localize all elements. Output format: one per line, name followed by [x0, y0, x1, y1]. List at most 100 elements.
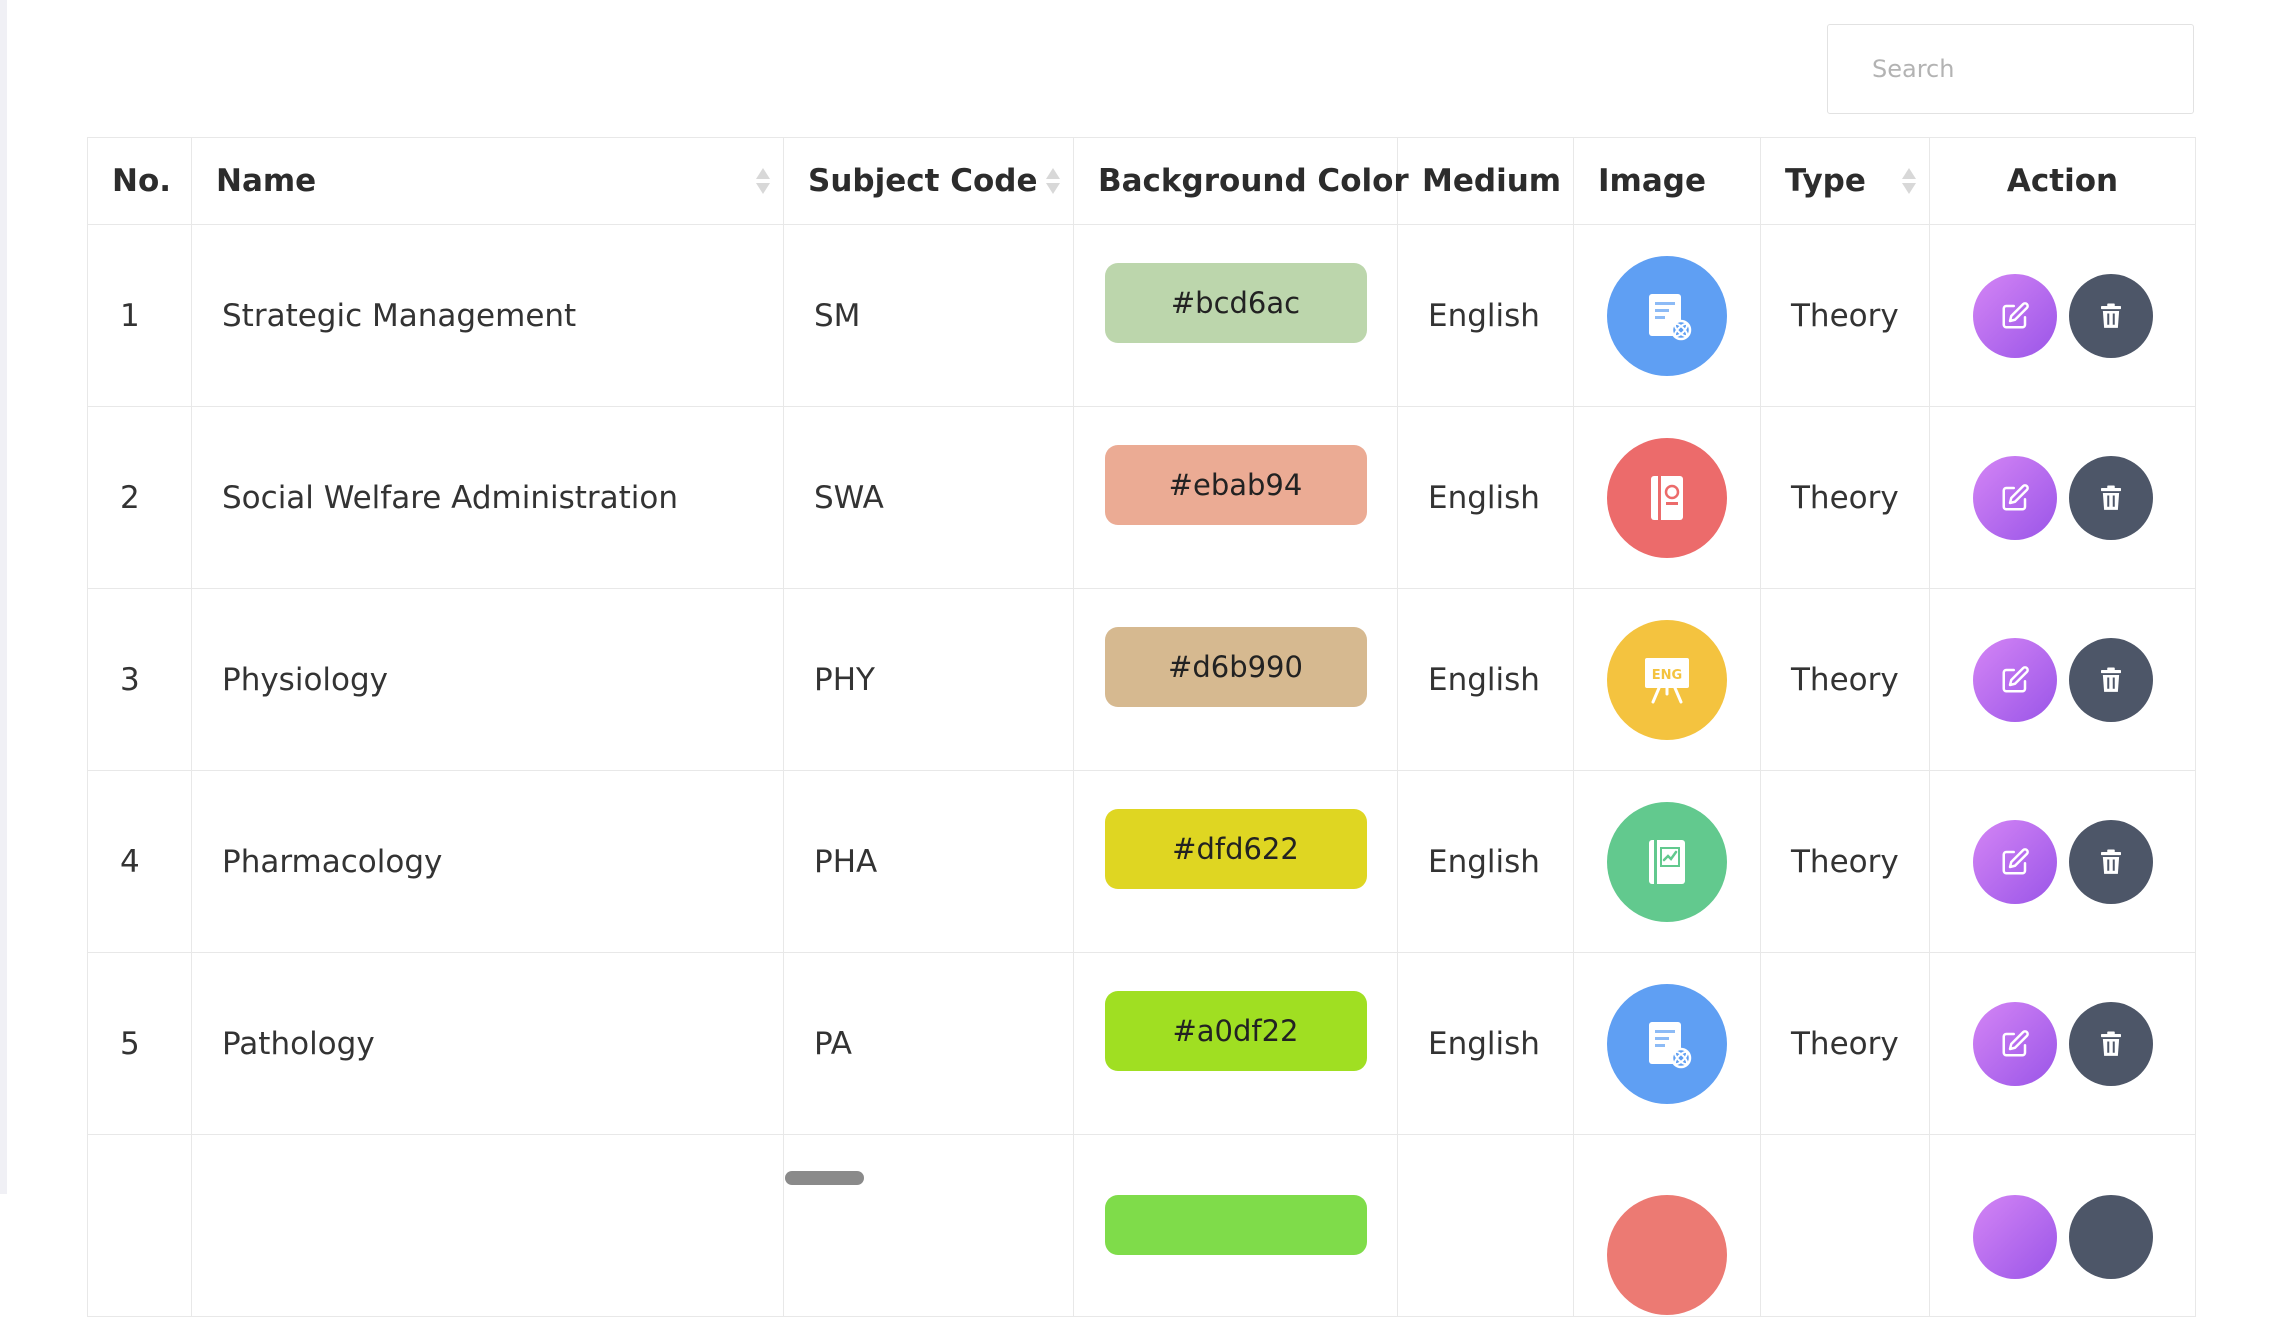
notebook-icon: [1607, 437, 1727, 558]
subject-code: PHY: [783, 588, 1074, 771]
edit-icon: [2002, 483, 2029, 510]
edit-button[interactable]: [1972, 1195, 2057, 1279]
action-cell: [1929, 952, 2196, 1135]
image-cell: [1573, 406, 1761, 589]
subject-code: PA: [783, 952, 1074, 1135]
partial-cell: [87, 1134, 192, 1317]
delete-button[interactable]: [2068, 819, 2153, 904]
color-swatch: #ebab94: [1104, 444, 1367, 525]
medium: English: [1397, 770, 1574, 953]
subject-name: Pathology: [191, 952, 784, 1135]
color-swatch: #d6b990: [1104, 626, 1367, 707]
type: Theory: [1760, 588, 1930, 771]
action-cell: [1929, 406, 2196, 589]
partial-cell: [1760, 1134, 1930, 1317]
header-no: No.: [87, 137, 192, 225]
table-row: 2 Social Welfare Administration SWA #eba…: [87, 406, 2196, 589]
trash-icon: [2100, 667, 2121, 692]
delete-button[interactable]: [2068, 455, 2153, 540]
header-type[interactable]: Type: [1760, 137, 1930, 225]
science-book-icon: [1607, 255, 1727, 376]
partial-cell: [1073, 1134, 1398, 1317]
color-swatch: #a0df22: [1104, 990, 1367, 1071]
delete-button[interactable]: [2068, 273, 2153, 358]
color-swatch: #dfd622: [1104, 808, 1367, 889]
header-subject-code[interactable]: Subject Code: [783, 137, 1074, 225]
delete-button[interactable]: [2068, 1001, 2153, 1086]
action-cell: [1929, 224, 2196, 407]
edit-button[interactable]: [1972, 1001, 2057, 1086]
action-cell: [1929, 588, 2196, 771]
edit-button[interactable]: [1972, 819, 2057, 904]
partial-cell: [191, 1134, 784, 1317]
table-row: 1 Strategic Management SM #bcd6ac Englis…: [87, 224, 2196, 407]
type: Theory: [1760, 770, 1930, 953]
sort-icon[interactable]: [755, 166, 771, 196]
sort-icon[interactable]: [1045, 166, 1061, 196]
edit-button[interactable]: [1972, 273, 2057, 358]
partial-cell: [1929, 1134, 2196, 1317]
edit-button[interactable]: [1972, 637, 2057, 722]
subject-name: Physiology: [191, 588, 784, 771]
search-input[interactable]: [1827, 24, 2194, 114]
table-header-row: No. Name Subject Code Background Color M…: [87, 137, 2196, 225]
header-image: Image: [1573, 137, 1761, 225]
header-action: Action: [1929, 137, 2196, 225]
image-cell: [1573, 770, 1761, 953]
row-number: 3: [87, 588, 192, 771]
type: Theory: [1760, 224, 1930, 407]
table-row: 4 Pharmacology PHA #dfd622 English Theor…: [87, 770, 2196, 953]
subject-image-icon: [1607, 1195, 1727, 1315]
trash-icon: [2100, 849, 2121, 874]
edit-icon: [2002, 1029, 2029, 1056]
image-cell: [1573, 224, 1761, 407]
english-board-icon: ENG: [1607, 619, 1727, 740]
chart-book-icon: [1607, 801, 1727, 922]
medium: English: [1397, 406, 1574, 589]
color-swatch: [1104, 1195, 1367, 1255]
header-background-color: Background Color: [1073, 137, 1409, 225]
edit-button[interactable]: [1972, 455, 2057, 540]
subjects-table: No. Name Subject Code Background Color M…: [87, 137, 2196, 1317]
background-color-cell: #a0df22: [1073, 952, 1398, 1135]
edit-icon: [2002, 847, 2029, 874]
trash-icon: [2100, 303, 2121, 328]
header-name[interactable]: Name: [191, 137, 784, 225]
sort-icon[interactable]: [1901, 166, 1917, 196]
row-number: 1: [87, 224, 192, 407]
svg-text:ENG: ENG: [1652, 668, 1682, 683]
background-color-cell: #d6b990: [1073, 588, 1398, 771]
partial-cell: [1397, 1134, 1574, 1317]
type: Theory: [1760, 952, 1930, 1135]
medium: English: [1397, 588, 1574, 771]
subject-name: Pharmacology: [191, 770, 784, 953]
delete-button[interactable]: [2068, 637, 2153, 722]
header-medium: Medium: [1397, 137, 1574, 225]
row-number: 2: [87, 406, 192, 589]
type: Theory: [1760, 406, 1930, 589]
subject-code: SWA: [783, 406, 1074, 589]
action-cell: [1929, 770, 2196, 953]
delete-button[interactable]: [2068, 1195, 2153, 1279]
row-number: 4: [87, 770, 192, 953]
science-book-icon: [1607, 983, 1727, 1104]
background-color-cell: #bcd6ac: [1073, 224, 1398, 407]
trash-icon: [2100, 485, 2121, 510]
subject-code: SM: [783, 224, 1074, 407]
image-cell: [1573, 952, 1761, 1135]
subject-code: PHA: [783, 770, 1074, 953]
color-swatch: #bcd6ac: [1104, 262, 1367, 343]
table-row: 5 Pathology PA #a0df22 English Theory: [87, 952, 2196, 1135]
row-number: 5: [87, 952, 192, 1135]
horizontal-scrollbar-thumb[interactable]: [785, 1171, 864, 1185]
edit-icon: [2002, 301, 2029, 328]
subject-name: Strategic Management: [191, 224, 784, 407]
medium: English: [1397, 224, 1574, 407]
medium: English: [1397, 952, 1574, 1135]
partial-cell: [783, 1134, 1074, 1317]
table-row: 3 Physiology PHY #d6b990 English ENG The…: [87, 588, 2196, 771]
left-edge-strip: [0, 0, 7, 1194]
image-cell: ENG: [1573, 588, 1761, 771]
table-row-partial: [87, 1134, 2196, 1317]
background-color-cell: #dfd622: [1073, 770, 1398, 953]
